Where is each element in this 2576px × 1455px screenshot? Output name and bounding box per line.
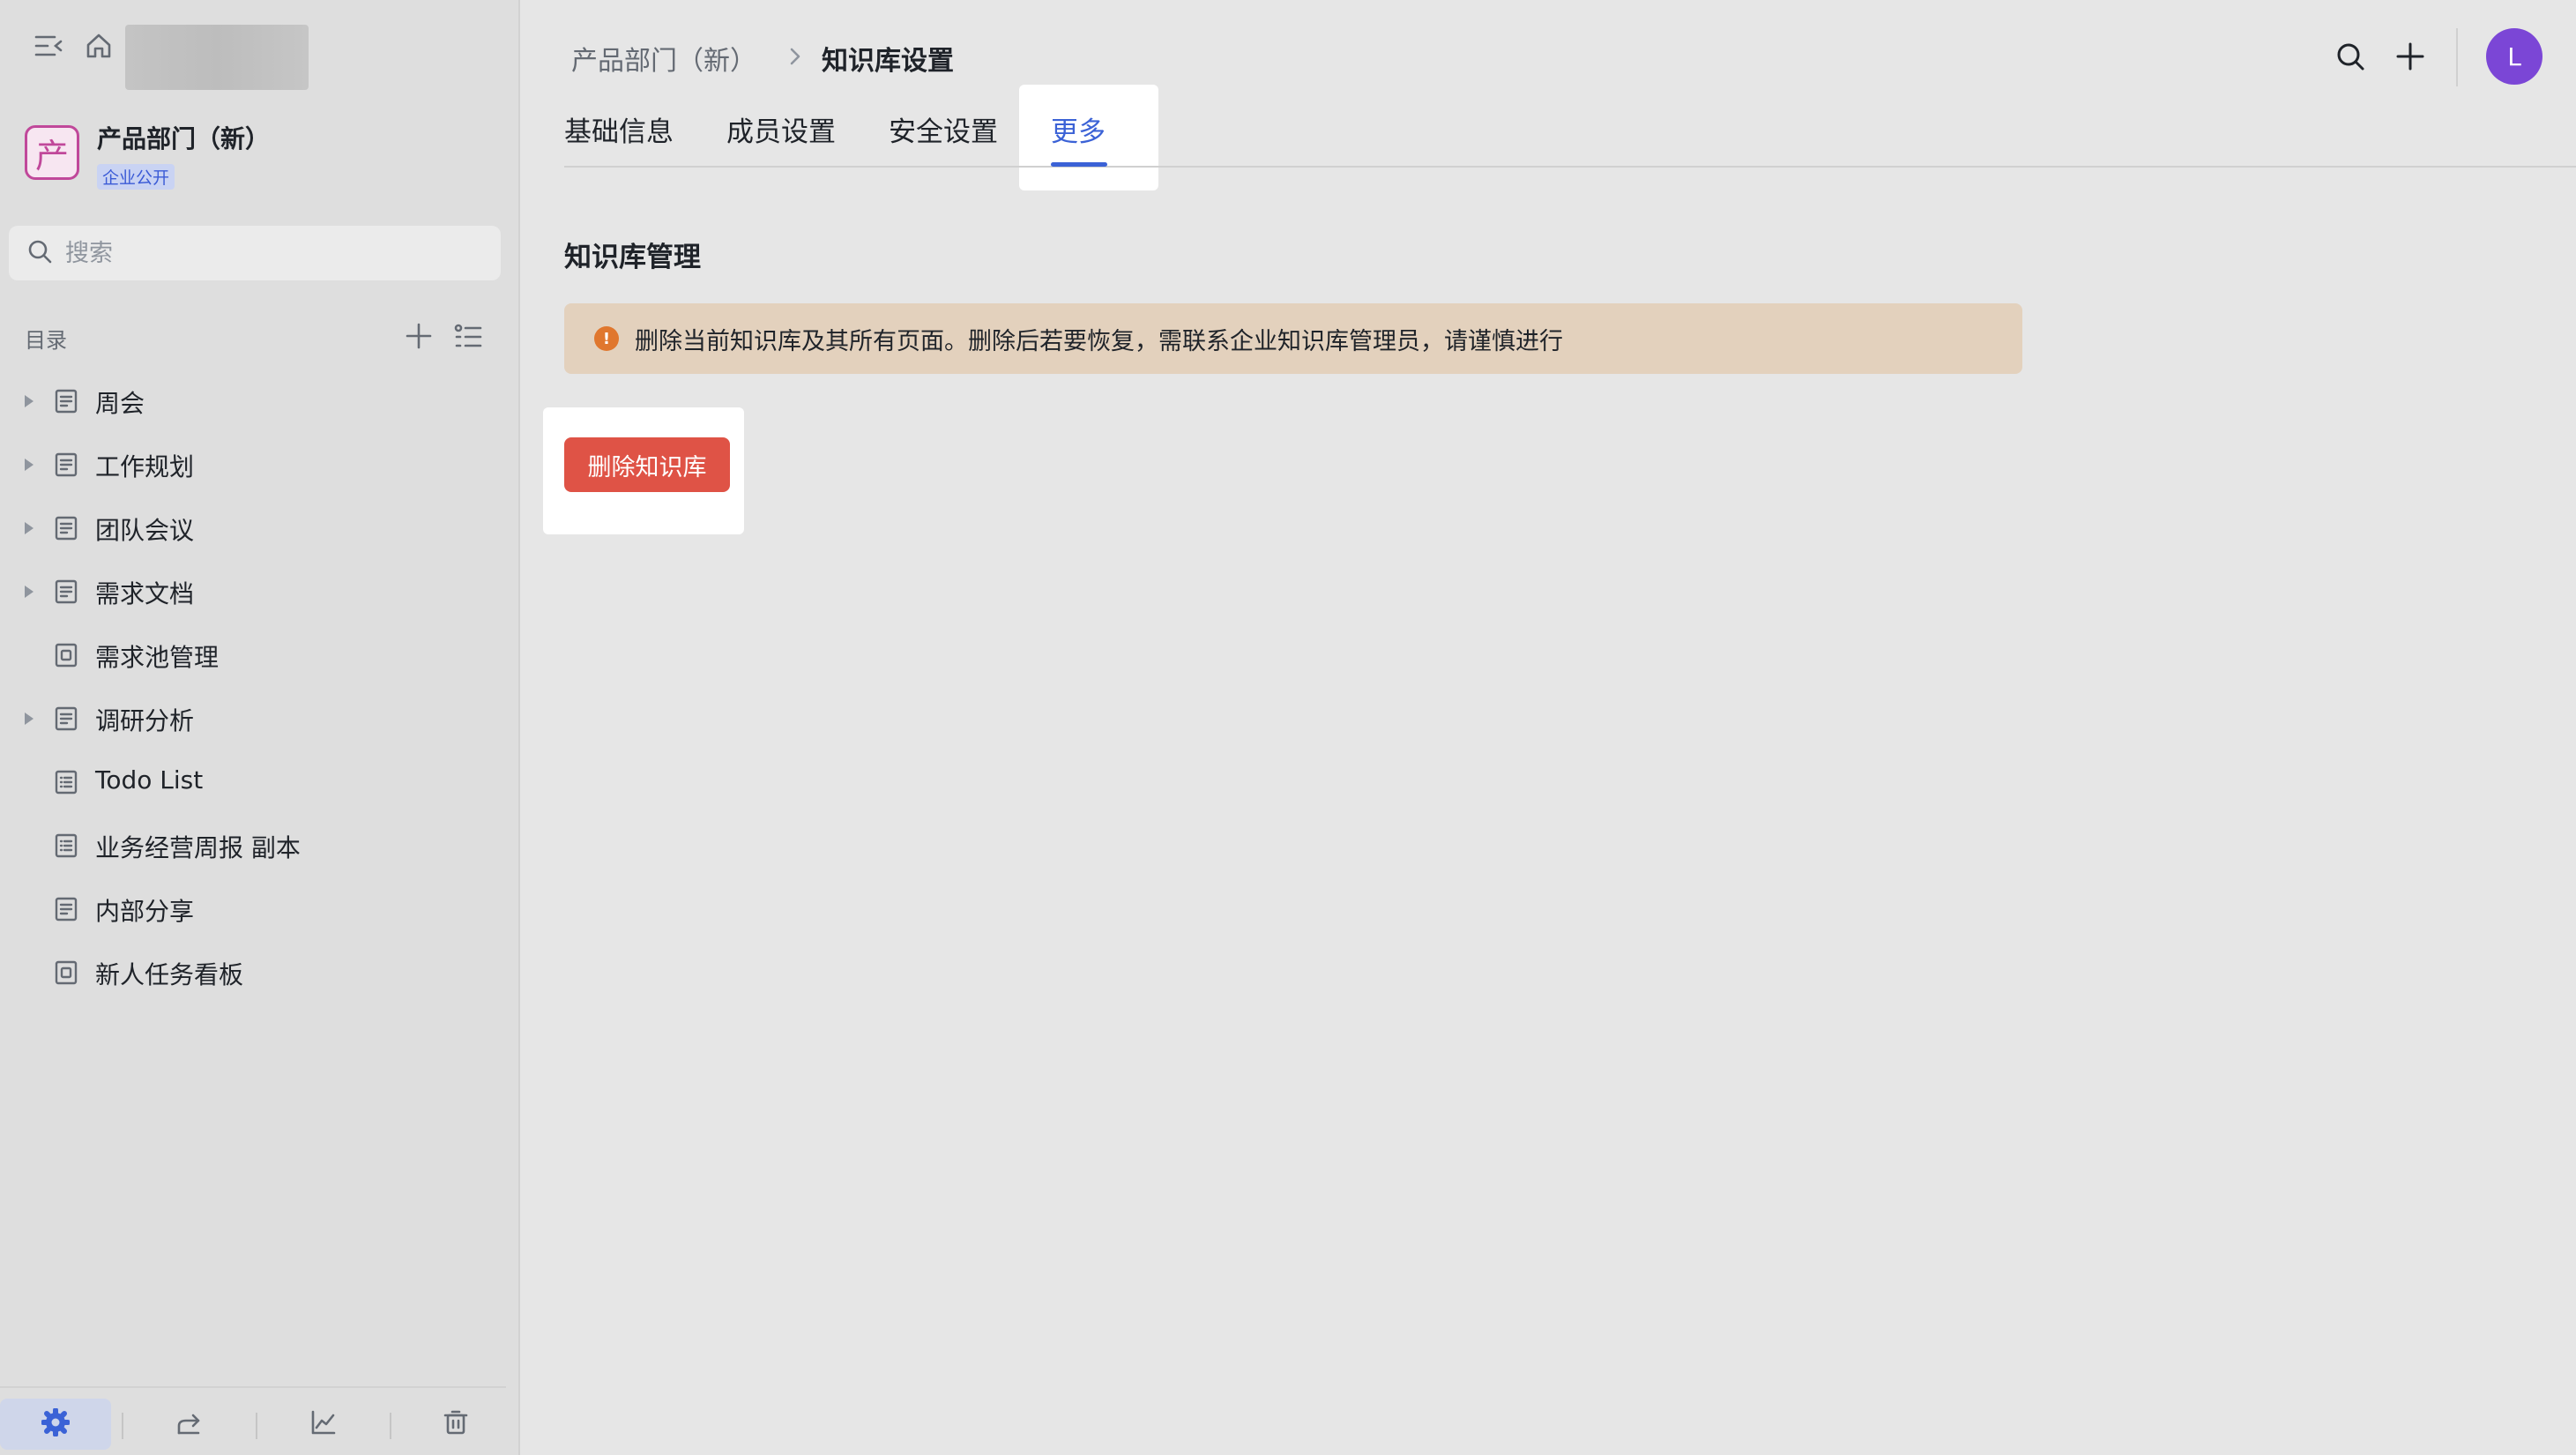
caret-right-icon[interactable] xyxy=(25,395,34,407)
toc-item-label: 业务经营周报 副本 xyxy=(95,833,301,862)
collapse-sidebar-icon[interactable] xyxy=(34,33,63,59)
breadcrumb-current: 知识库设置 xyxy=(822,46,954,77)
sidebar-search[interactable] xyxy=(9,226,501,280)
warning-icon: ! xyxy=(594,326,619,351)
caret-right-icon[interactable] xyxy=(25,459,34,471)
toc-item-label: 新人任务看板 xyxy=(95,960,244,989)
toc-item-label: 需求文档 xyxy=(95,579,195,608)
delete-knowledge-base-button[interactable]: 删除知识库 xyxy=(564,437,730,492)
tab-security-settings[interactable]: 安全设置 xyxy=(889,109,998,149)
share-button[interactable] xyxy=(134,1399,245,1450)
chevron-right-icon xyxy=(788,46,802,71)
toc-item[interactable]: 工作规划 xyxy=(0,432,520,496)
checklist-icon xyxy=(53,832,79,862)
global-search-icon[interactable] xyxy=(2334,41,2366,76)
add-page-icon[interactable] xyxy=(404,321,434,354)
toc-header: 目录 xyxy=(25,321,483,353)
toc-item-label: 工作规划 xyxy=(95,452,195,481)
toc-item-label: 内部分享 xyxy=(95,897,195,926)
toc-item-label: 周会 xyxy=(95,389,145,418)
caret-right-icon[interactable] xyxy=(25,586,34,598)
space-name[interactable]: 产品部门（新） xyxy=(97,120,270,155)
sidebar-bottom-bar xyxy=(0,1386,506,1455)
home-icon[interactable] xyxy=(85,32,113,60)
share-icon xyxy=(175,1408,204,1440)
caret-right-icon[interactable] xyxy=(25,522,34,534)
warning-text: 删除当前知识库及其所有页面。删除后若要恢复，需联系企业知识库管理员，请谨慎进行 xyxy=(635,327,1563,355)
doc-icon xyxy=(53,451,79,481)
settings-icon xyxy=(41,1407,71,1440)
space-logo: 产 xyxy=(25,125,79,180)
toc-item[interactable]: 内部分享 xyxy=(0,877,520,940)
tab-more[interactable]: 更多 xyxy=(1051,109,1106,149)
board-icon xyxy=(53,642,79,672)
settings-tabs: 基础信息 成员设置 安全设置 更多 xyxy=(564,85,2576,168)
sidebar: 产 产品部门（新） 企业公开 目录 周会工作规划团队会议需求文档需求池管理调研分… xyxy=(0,0,520,1455)
doc-icon xyxy=(53,515,79,545)
trash-button[interactable] xyxy=(400,1399,511,1450)
toc-tree: 周会工作规划团队会议需求文档需求池管理调研分析 Todo List 业务经营周报 副… xyxy=(0,369,520,1004)
settings-button[interactable] xyxy=(0,1399,111,1450)
avatar-initial: L xyxy=(2507,41,2521,71)
toc-item-label: 需求池管理 xyxy=(95,643,220,672)
analytics-button[interactable] xyxy=(268,1399,379,1450)
list-options-icon[interactable] xyxy=(453,321,483,354)
doc-icon xyxy=(53,388,79,418)
search-input[interactable] xyxy=(65,239,453,267)
blurred-logo xyxy=(125,25,309,90)
board-icon xyxy=(53,959,79,989)
create-icon[interactable] xyxy=(2394,41,2426,76)
caret-right-icon[interactable] xyxy=(25,713,34,725)
toc-item-label: Todo List xyxy=(95,765,204,795)
toc-item[interactable]: 调研分析 xyxy=(0,686,520,750)
breadcrumb: 产品部门（新） 知识库设置 xyxy=(571,39,954,78)
sidebar-top-icons xyxy=(34,32,113,60)
header-divider xyxy=(2456,28,2458,86)
toc-item-label: 调研分析 xyxy=(95,706,195,735)
doc-icon xyxy=(53,578,79,608)
space-visibility-badge: 企业公开 xyxy=(97,164,175,190)
tab-basic-info[interactable]: 基础信息 xyxy=(564,109,674,149)
toc-item[interactable]: 团队会议 xyxy=(0,496,520,559)
search-icon xyxy=(26,238,53,268)
section-title: 知识库管理 xyxy=(564,242,701,273)
active-tab-indicator xyxy=(1051,162,1107,167)
avatar[interactable]: L xyxy=(2486,28,2542,85)
warning-banner: ! 删除当前知识库及其所有页面。删除后若要恢复，需联系企业知识库管理员，请谨慎进… xyxy=(564,303,2022,374)
toc-item[interactable]: 需求文档 xyxy=(0,559,520,623)
toc-item[interactable]: 需求池管理 xyxy=(0,623,520,686)
toc-title: 目录 xyxy=(25,328,67,353)
analytics-icon xyxy=(309,1408,338,1440)
doc-icon xyxy=(53,705,79,735)
trash-icon xyxy=(442,1408,470,1440)
checklist-icon xyxy=(53,769,79,799)
breadcrumb-parent[interactable]: 产品部门（新） xyxy=(571,39,756,78)
toc-item[interactable]: 新人任务看板 xyxy=(0,940,520,1004)
toc-item-label: 团队会议 xyxy=(95,516,195,545)
toc-item[interactable]: 周会 xyxy=(0,369,520,432)
toc-item[interactable]: Todo List xyxy=(0,750,520,813)
tab-member-settings[interactable]: 成员设置 xyxy=(726,109,836,149)
doc-icon xyxy=(53,896,79,926)
toc-item[interactable]: 业务经营周报 副本 xyxy=(0,813,520,877)
